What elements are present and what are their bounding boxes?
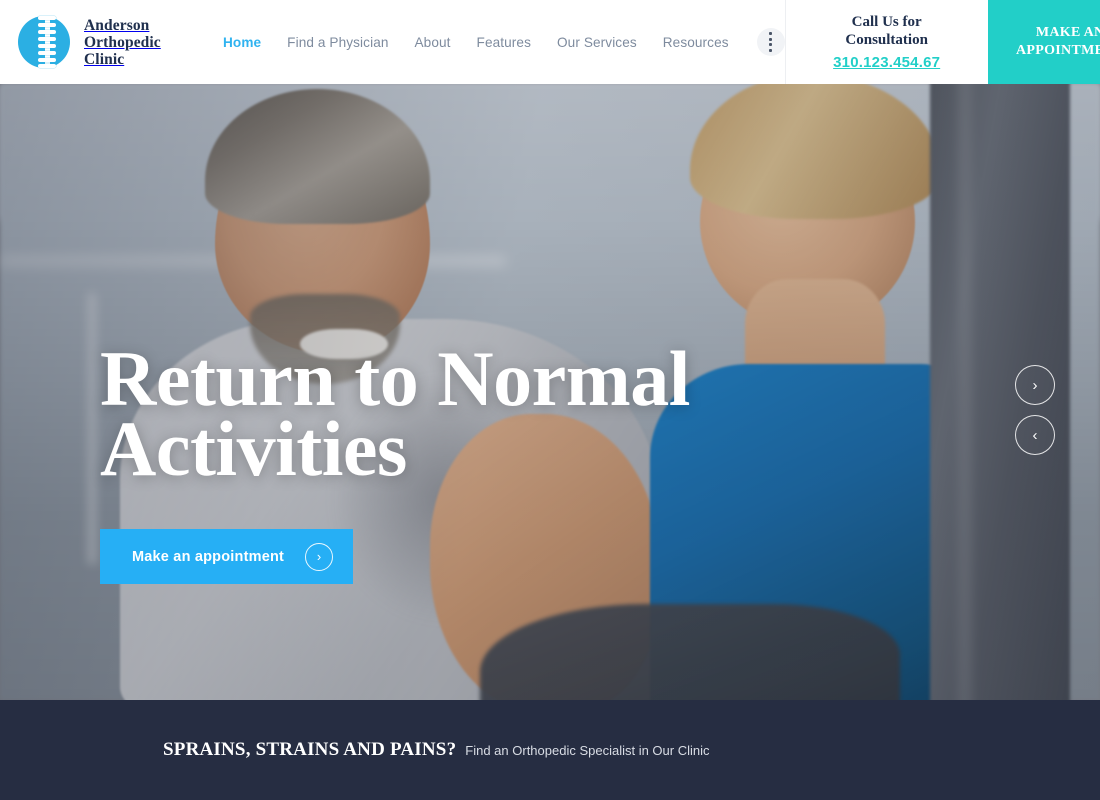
page-root: Anderson Orthopedic Clinic Home Find a P… — [0, 0, 1100, 800]
promo-headline: SPRAINS, STRAINS AND PAINS? — [163, 739, 457, 760]
spine-logo-icon — [18, 14, 74, 70]
make-an-appointment-button[interactable]: MAKE AN APPOINTMENT — [987, 0, 1100, 84]
phone-number-link[interactable]: 310.123.454.67 — [833, 54, 940, 71]
hero-slider: Return to Normal Activities Make an appo… — [0, 84, 1100, 700]
promo-subtext: Find an Orthopedic Specialist in Our Cli… — [465, 743, 710, 758]
vertical-dots-icon[interactable] — [756, 28, 785, 56]
main-navigation: Home Find a Physician About Features Our… — [215, 0, 785, 84]
arrow-right-circle-icon: › — [305, 542, 333, 571]
nav-item-our-services[interactable]: Our Services — [557, 35, 637, 50]
hero-make-an-appointment-button[interactable]: Make an appointment › — [100, 529, 353, 584]
call-title-line-1: Call Us for — [851, 14, 922, 30]
brand-line-2: Orthopedic — [84, 33, 161, 51]
site-header: Anderson Orthopedic Clinic Home Find a P… — [0, 0, 1100, 84]
brand-name: Anderson Orthopedic Clinic — [84, 17, 161, 68]
promo-text-group: SPRAINS, STRAINS AND PAINS? Find an Orth… — [163, 739, 710, 761]
call-title-line-2: Consultation — [845, 32, 928, 48]
brand-line-1: Anderson — [84, 16, 150, 34]
slider-next-button[interactable]: › — [1015, 365, 1055, 405]
hero-headline-line-2: Activities — [100, 405, 407, 492]
hero-content: Return to Normal Activities Make an appo… — [100, 340, 800, 584]
appointment-label-line-2: APPOINTMENT — [1016, 43, 1100, 58]
hero-cta-label: Make an appointment — [132, 548, 285, 565]
appointment-label-line-1: MAKE AN — [1035, 25, 1100, 40]
call-title: Call Us for Consultation — [845, 13, 928, 49]
nav-item-about[interactable]: About — [415, 35, 451, 50]
bottom-promo-bar: SPRAINS, STRAINS AND PAINS? Find an Orth… — [0, 700, 1100, 800]
nav-item-find-a-physician[interactable]: Find a Physician — [287, 35, 388, 50]
nav-item-features[interactable]: Features — [477, 35, 531, 50]
hero-headline: Return to Normal Activities — [100, 340, 800, 488]
slider-prev-button[interactable]: ‹ — [1015, 415, 1055, 455]
nav-item-home[interactable]: Home — [223, 35, 261, 50]
nav-item-resources[interactable]: Resources — [663, 35, 729, 50]
call-consultation-block: Call Us for Consultation 310.123.454.67 — [784, 0, 988, 84]
brand-logo-link[interactable]: Anderson Orthopedic Clinic — [0, 0, 215, 84]
brand-line-3: Clinic — [84, 50, 125, 68]
slider-navigation: › ‹ — [1015, 365, 1055, 455]
